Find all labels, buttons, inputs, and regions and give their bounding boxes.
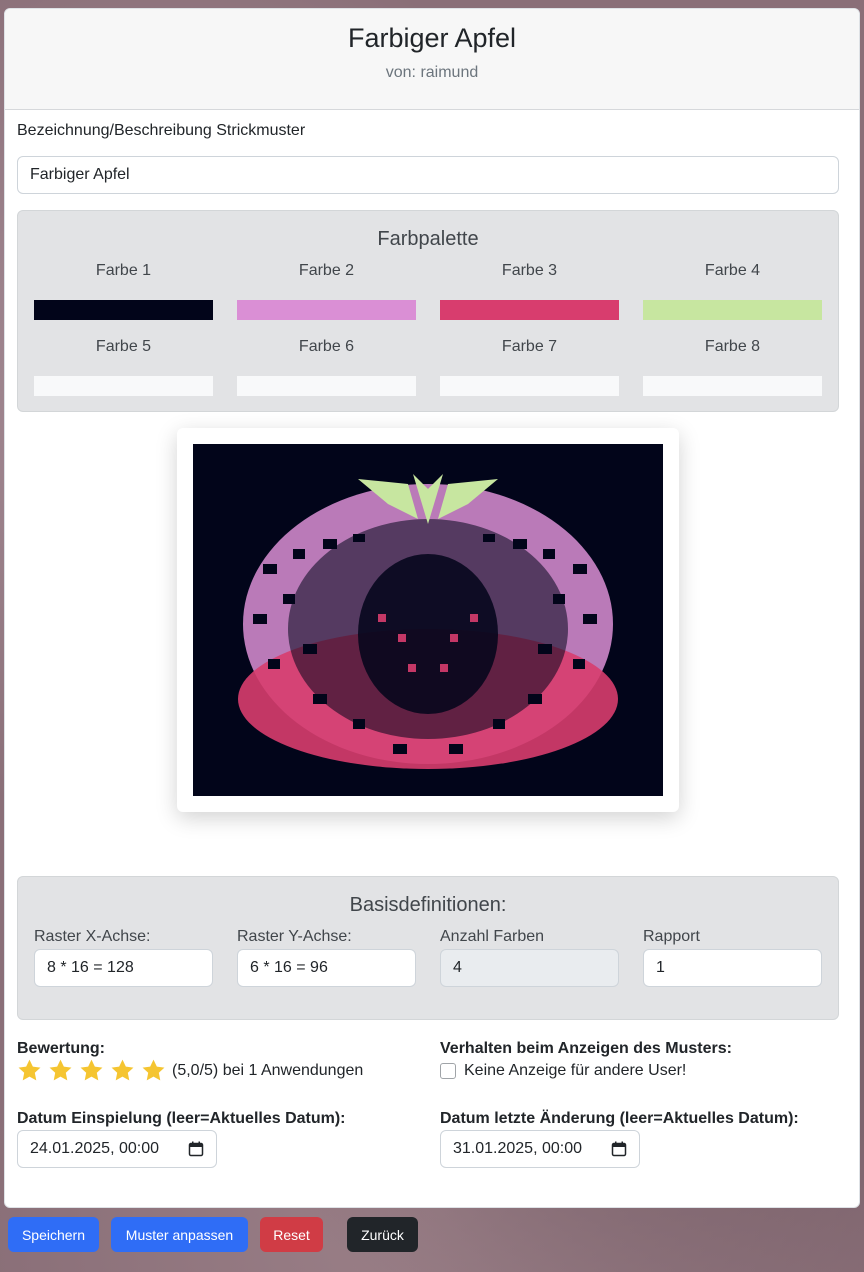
card-header: Farbiger Apfel von: raimund <box>5 9 859 110</box>
star-icon[interactable] <box>79 1058 104 1083</box>
color-label: Farbe 8 <box>704 338 761 355</box>
raster-y-field: Raster Y-Achse: 6 * 16 = 96 <box>237 928 416 987</box>
color-2[interactable]: Farbe 2 <box>237 262 416 320</box>
color-8[interactable]: Farbe 8 <box>643 338 822 396</box>
color-swatch[interactable] <box>237 376 416 396</box>
star-icon[interactable] <box>141 1058 166 1083</box>
hide-for-others-checkbox[interactable]: Keine Anzeige für andere User! <box>440 1062 686 1080</box>
checkbox-label[interactable]: Keine Anzeige für andere User! <box>464 1062 686 1080</box>
calendar-icon[interactable] <box>188 1141 204 1157</box>
color-count-label: Anzahl Farben <box>440 928 545 945</box>
raster-x-input[interactable]: 8 * 16 = 128 <box>34 949 213 987</box>
modified-date-label: Datum letzte Änderung (leer=Aktuelles Da… <box>440 1110 799 1127</box>
color-swatch[interactable] <box>34 376 213 396</box>
base-title: Basisdefinitionen: <box>349 894 507 916</box>
created-date-input[interactable]: 24.01.2025, 00:00 <box>17 1130 217 1168</box>
color-4[interactable]: Farbe 4 <box>643 262 822 320</box>
raster-y-input[interactable]: 6 * 16 = 96 <box>237 949 416 987</box>
calendar-icon[interactable] <box>611 1141 627 1157</box>
page-title: Farbiger Apfel <box>347 23 517 53</box>
color-label: Farbe 3 <box>501 262 558 279</box>
pattern-preview <box>177 428 679 812</box>
reset-button[interactable]: Reset <box>260 1217 323 1252</box>
color-label: Farbe 5 <box>95 338 152 355</box>
color-5[interactable]: Farbe 5 <box>34 338 213 396</box>
save-button[interactable]: Speichern <box>8 1217 99 1252</box>
rating-text: (5,0/5) bei 1 Anwendungen <box>172 1061 364 1079</box>
description-label: Bezeichnung/Beschreibung Strickmuster <box>17 122 306 139</box>
color-swatch[interactable] <box>643 300 822 320</box>
pattern-image <box>193 444 663 796</box>
star-icon[interactable] <box>110 1058 135 1083</box>
color-label: Farbe 2 <box>298 262 355 279</box>
rating-label: Bewertung: <box>17 1040 105 1057</box>
rapport-label: Rapport <box>643 928 700 945</box>
modified-date-input[interactable]: 31.01.2025, 00:00 <box>440 1130 640 1168</box>
raster-y-label: Raster Y-Achse: <box>237 928 352 945</box>
author-text: von: raimund <box>385 64 479 81</box>
color-palette: Farbpalette Farbe 1 Farbe 2 Farbe 3 Farb… <box>17 210 839 412</box>
color-6[interactable]: Farbe 6 <box>237 338 416 396</box>
color-count-input: 4 <box>440 949 619 987</box>
color-swatch[interactable] <box>643 376 822 396</box>
rapport-field: Rapport 1 <box>643 928 822 987</box>
adjust-pattern-button[interactable]: Muster anpassen <box>111 1217 248 1252</box>
star-icon[interactable] <box>48 1058 73 1083</box>
display-behavior-label: Verhalten beim Anzeigen des Musters: <box>440 1040 732 1057</box>
raster-x-field: Raster X-Achse: 8 * 16 = 128 <box>34 928 213 987</box>
back-button[interactable]: Zurück <box>347 1217 418 1252</box>
color-3[interactable]: Farbe 3 <box>440 262 619 320</box>
color-count-field: Anzahl Farben 4 <box>440 928 619 987</box>
rapport-input[interactable]: 1 <box>643 949 822 987</box>
raster-x-label: Raster X-Achse: <box>34 928 151 945</box>
description-input[interactable] <box>17 156 839 194</box>
rating-stars: (5,0/5) bei 1 Anwendungen <box>17 1058 363 1083</box>
star-icon[interactable] <box>17 1058 42 1083</box>
color-label: Farbe 4 <box>704 262 761 279</box>
color-7[interactable]: Farbe 7 <box>440 338 619 396</box>
checkbox-box[interactable] <box>440 1063 456 1079</box>
color-label: Farbe 1 <box>95 262 152 279</box>
color-swatch[interactable] <box>237 300 416 320</box>
modified-date-value: 31.01.2025, 00:00 <box>453 1140 583 1157</box>
created-date-label: Datum Einspielung (leer=Aktuelles Datum)… <box>17 1110 346 1127</box>
color-label: Farbe 7 <box>501 338 558 355</box>
apple-pattern-graphic <box>193 444 663 796</box>
color-1[interactable]: Farbe 1 <box>34 262 213 320</box>
color-swatch[interactable] <box>440 376 619 396</box>
color-label: Farbe 6 <box>298 338 355 355</box>
color-swatch[interactable] <box>440 300 619 320</box>
base-definitions: Basisdefinitionen: Raster X-Achse: 8 * 1… <box>17 876 839 1020</box>
created-date-value: 24.01.2025, 00:00 <box>30 1140 160 1157</box>
palette-title: Farbpalette <box>377 228 479 250</box>
color-swatch[interactable] <box>34 300 213 320</box>
